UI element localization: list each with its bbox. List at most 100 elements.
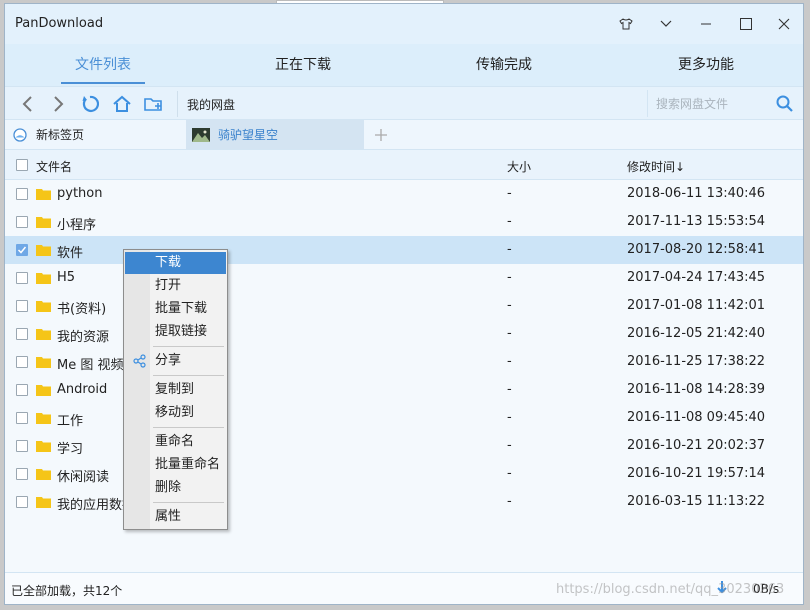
dropdown-menu-button[interactable] [653,12,679,36]
main-tabs: 文件列表 正在下载 传输完成 更多功能 [5,44,803,86]
folder-icon [36,301,51,312]
minimize-icon [701,23,711,25]
search-icon [776,95,793,112]
folder-icon [36,189,51,200]
folder-icon [36,413,51,424]
row-checkbox[interactable] [16,300,28,312]
file-size: - [507,410,512,425]
page-tab-share[interactable]: 骑驴望星空 [186,120,364,149]
file-date: 2018-06-11 13:40:46 [627,186,766,201]
menu-item-download[interactable]: 下载 [125,252,226,274]
close-button[interactable] [771,12,797,36]
column-size[interactable]: 大小 [507,158,531,175]
file-name: Android [57,382,108,397]
column-modified[interactable]: 修改时间↓ [627,158,685,175]
file-size: - [507,186,512,201]
new-folder-button[interactable] [143,93,165,115]
column-header: 文件名 大小 修改时间↓ [5,150,803,180]
file-date: 2017-04-24 17:43:45 [627,270,766,285]
file-name: 休闲阅读 [57,470,110,485]
row-checkbox[interactable] [16,440,28,452]
select-all-checkbox[interactable] [16,159,28,171]
file-date: 2017-11-13 15:53:54 [627,214,766,229]
toolbar-divider [177,91,178,117]
search-input[interactable] [654,93,768,115]
plus-icon [375,128,387,141]
row-checkbox[interactable] [16,384,28,396]
watermark: https://blog.csdn.net/qq_30230263 [556,582,785,597]
refresh-button[interactable] [79,93,101,115]
menu-item-extract-link[interactable]: 提取链接 [125,321,226,343]
skin-button[interactable] [613,12,639,36]
refresh-icon [82,95,99,112]
chevron-down-icon [660,20,672,27]
row-checkbox[interactable] [16,188,28,200]
file-size: - [507,494,512,509]
forward-button[interactable] [47,93,69,115]
add-tab-button[interactable] [367,120,395,149]
file-size: - [507,354,512,369]
row-checkbox[interactable] [16,412,28,424]
file-size: - [507,270,512,285]
page-tab-label: 骑驴望星空 [218,128,279,142]
cloud-icon [13,127,27,142]
folder-icon [36,357,51,368]
row-checkbox[interactable] [16,468,28,480]
file-name: 我的资源 [57,330,110,345]
file-name: 软件 [57,246,84,261]
menu-item-batch-download[interactable]: 批量下载 [125,298,226,320]
folder-icon [36,245,51,256]
menu-item-copy-to[interactable]: 复制到 [125,379,226,401]
menu-item-move-to[interactable]: 移动到 [125,402,226,424]
search-button[interactable] [774,93,794,113]
file-size: - [507,326,512,341]
file-size: - [507,466,512,481]
maximize-button[interactable] [733,12,759,36]
tab-completed[interactable]: 传输完成 [462,44,546,86]
current-path[interactable]: 我的网盘 [187,96,235,113]
row-checkbox[interactable] [16,496,28,508]
column-name[interactable]: 文件名 [36,158,72,175]
menu-item-delete[interactable]: 删除 [125,477,226,499]
file-name: 小程序 [57,218,97,233]
row-checkbox[interactable] [16,244,28,256]
table-row[interactable]: 小程序 - 2017-11-13 15:53:54 [5,208,803,236]
folder-icon [36,217,51,228]
page-tab-label: 新标签页 [36,128,85,142]
menu-item-rename[interactable]: 重命名 [125,431,226,453]
row-checkbox[interactable] [16,356,28,368]
file-date: 2016-11-08 09:45:40 [627,410,766,425]
new-folder-icon [144,98,162,111]
context-menu: 下载 打开 批量下载 提取链接 分享 复制到 移动到 重命名 批量重命名 删除 … [123,249,228,530]
file-size: - [507,298,512,313]
file-date: 2016-11-08 14:28:39 [627,382,766,397]
file-date: 2016-11-25 17:38:22 [627,354,766,369]
folder-icon [36,441,51,452]
tab-file-list[interactable]: 文件列表 [61,44,145,86]
row-checkbox[interactable] [16,328,28,340]
file-size: - [507,382,512,397]
folder-icon [36,385,51,396]
menu-item-share[interactable]: 分享 [125,350,226,372]
back-button[interactable] [17,93,39,115]
page-tab-new[interactable]: 新标签页 [5,120,183,149]
menu-item-open[interactable]: 打开 [125,275,226,297]
file-date: 2017-01-08 11:42:01 [627,298,766,313]
app-title: PanDownload [15,16,104,31]
row-checkbox[interactable] [16,216,28,228]
file-date: 2016-10-21 19:57:14 [627,466,766,481]
row-checkbox[interactable] [16,272,28,284]
arrow-left-icon [22,96,32,112]
minimize-button[interactable] [693,12,719,36]
tab-more-features[interactable]: 更多功能 [664,44,748,86]
shirt-icon [619,18,633,30]
file-size: - [507,242,512,257]
maximize-icon [740,18,752,30]
home-button[interactable] [111,93,133,115]
tab-downloading[interactable]: 正在下载 [261,44,345,86]
table-row[interactable]: python - 2018-06-11 13:40:46 [5,180,803,208]
file-date: 2016-03-15 11:13:22 [627,494,766,509]
menu-item-batch-rename[interactable]: 批量重命名 [125,454,226,476]
menu-item-properties[interactable]: 属性 [125,506,226,528]
arrow-right-icon [54,96,64,112]
